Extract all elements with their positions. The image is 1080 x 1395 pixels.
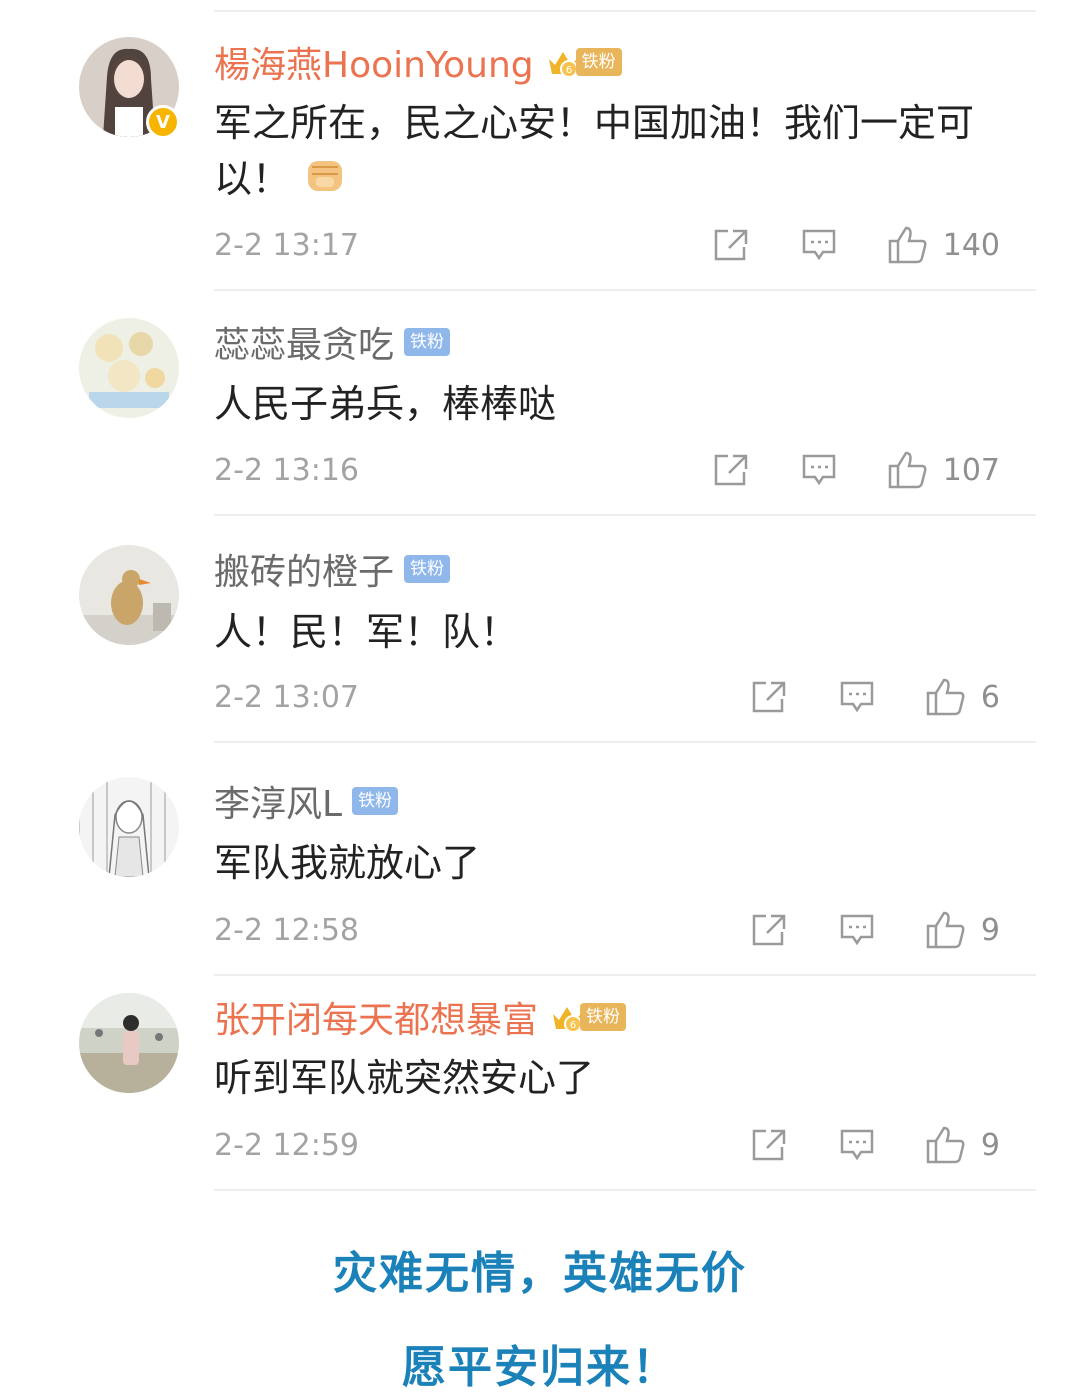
share-icon: [752, 681, 786, 713]
avatar[interactable]: [79, 318, 179, 418]
fan-badge-label: 铁粉: [580, 1003, 627, 1031]
share-button[interactable]: [751, 913, 787, 947]
share-icon: [714, 229, 747, 261]
iron-fan-badge: 6 铁粉: [546, 47, 622, 77]
iron-fan-badge: 铁粉: [352, 787, 399, 815]
share-button[interactable]: [713, 228, 749, 262]
like-icon: [888, 451, 927, 489]
iron-fan-badge: 铁粉: [404, 555, 451, 583]
reply-button[interactable]: [801, 228, 837, 262]
fist-emoji: [302, 153, 348, 210]
share-button[interactable]: [751, 1128, 787, 1162]
username[interactable]: 蕊蕊最贪吃: [214, 316, 394, 368]
share-icon: [714, 454, 747, 486]
divider: [214, 514, 1036, 516]
comment-icon: [840, 914, 874, 946]
comment-text: 人！民！军！队！: [214, 610, 519, 654]
divider: [214, 289, 1036, 291]
username[interactable]: 楊海燕HooinYoung: [214, 36, 534, 88]
comment-time: 2-2 13:07: [214, 679, 359, 715]
caption-line-2: 愿平安归来！: [402, 1342, 678, 1393]
like-button[interactable]: 140: [887, 225, 1000, 265]
like-count: 9: [980, 912, 1000, 948]
crown-icon: 6: [553, 1007, 583, 1032]
like-count: 9: [980, 1127, 1000, 1163]
share-icon: [752, 1129, 786, 1161]
comment-icon: [840, 681, 874, 713]
comment-time: 2-2 13:17: [214, 227, 359, 263]
avatar[interactable]: [79, 545, 179, 645]
like-button[interactable]: 6: [925, 677, 1000, 717]
avatar[interactable]: [79, 993, 179, 1093]
comment-time: 2-2 12:58: [214, 912, 359, 948]
comment-time: 2-2 12:59: [214, 1127, 359, 1163]
reply-button[interactable]: [839, 680, 875, 714]
comment-time: 2-2 13:16: [214, 452, 359, 488]
comment-icon: [802, 229, 835, 261]
like-icon: [888, 226, 927, 264]
like-count: 6: [980, 679, 1000, 715]
comment-text: 人民子弟兵，棒棒哒: [214, 382, 557, 426]
share-icon: [752, 914, 786, 946]
share-button[interactable]: [713, 453, 749, 487]
reply-button[interactable]: [839, 913, 875, 947]
comment-text: 军队我就放心了: [214, 841, 481, 885]
reply-button[interactable]: [839, 1128, 875, 1162]
badge-level: 6: [565, 65, 571, 76]
like-icon: [926, 1126, 965, 1164]
verified-icon: V: [146, 105, 180, 139]
iron-fan-badge: 6 铁粉: [550, 1002, 627, 1032]
caption-line-1: 灾难无情，英雄无价: [333, 1248, 747, 1299]
divider: [214, 741, 1036, 743]
like-button[interactable]: 9: [925, 910, 1000, 950]
comment-text: 听到军队就突然安心了: [214, 1056, 595, 1100]
comment-text: 军之所在，民之心安！中国加油！我们一定可以！: [214, 95, 1004, 210]
divider: [214, 1189, 1036, 1191]
username[interactable]: 张开闭每天都想暴富: [214, 991, 538, 1043]
like-icon: [926, 911, 965, 949]
like-button[interactable]: 9: [925, 1125, 1000, 1165]
iron-fan-badge: 铁粉: [404, 328, 451, 356]
comment-icon: [840, 1129, 874, 1161]
username[interactable]: 搬砖的橙子: [214, 543, 394, 595]
divider: [214, 10, 1036, 12]
like-count: 107: [942, 452, 1000, 488]
reply-button[interactable]: [801, 453, 837, 487]
username[interactable]: 李淳风L: [214, 775, 342, 827]
comment-icon: [802, 454, 835, 486]
share-button[interactable]: [751, 680, 787, 714]
like-icon: [926, 678, 965, 716]
crown-icon: 6: [548, 52, 578, 77]
badge-level: 6: [570, 1020, 576, 1031]
divider: [214, 974, 1036, 976]
fan-badge-label: 铁粉: [575, 48, 622, 76]
like-button[interactable]: 107: [887, 450, 1000, 490]
like-count: 140: [942, 227, 1000, 263]
avatar[interactable]: [79, 777, 179, 877]
